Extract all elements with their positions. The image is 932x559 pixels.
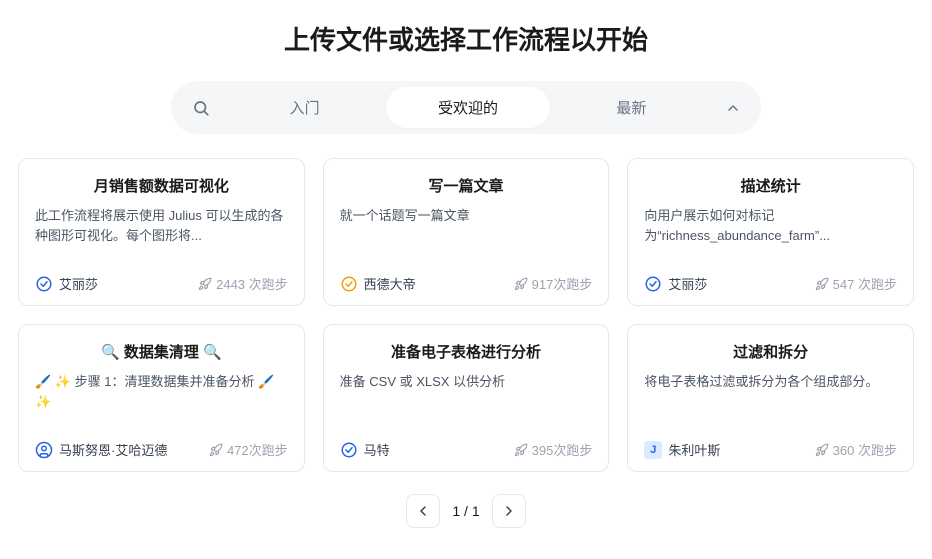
card-title: 过滤和拆分 — [644, 341, 897, 362]
card-author: 艾丽莎 — [35, 274, 98, 293]
tab-getting-started[interactable]: 入门 — [223, 87, 386, 128]
author-name: 马斯努恩·艾哈迈德 — [59, 440, 167, 459]
rocket-icon — [514, 277, 528, 291]
workflow-card[interactable]: 写一篇文章 就一个话题写一篇文章 西德大帝 917次跑步 — [323, 158, 610, 306]
card-runs: 395次跑步 — [514, 440, 593, 459]
rocket-icon — [815, 277, 829, 291]
prev-page-button[interactable] — [406, 494, 440, 528]
workflow-card[interactable]: 🔍 数据集清理 🔍 🖌️ ✨ 步骤 1：清理数据集并准备分析 🖌️ ✨ 马斯努恩… — [18, 324, 305, 472]
rocket-icon — [815, 443, 829, 457]
workflow-card[interactable]: 过滤和拆分 将电子表格过滤或拆分为各个组成部分。 J 朱利叶斯 360 次跑步 — [627, 324, 914, 472]
card-description: 就一个话题写一篇文章 — [340, 206, 593, 264]
card-footer: J 朱利叶斯 360 次跑步 — [644, 440, 897, 459]
card-title: 描述统计 — [644, 175, 897, 196]
card-description: 将电子表格过滤或拆分为各个组成部分。 — [644, 372, 897, 430]
runs-count: 917次跑步 — [532, 274, 593, 293]
workflow-card[interactable]: 准备电子表格进行分析 准备 CSV 或 XLSX 以供分析 马特 395次跑步 — [323, 324, 610, 472]
author-name: 朱利叶斯 — [668, 440, 720, 459]
card-footer: 艾丽莎 547 次跑步 — [644, 274, 897, 293]
runs-count: 547 次跑步 — [833, 274, 897, 293]
card-author: J 朱利叶斯 — [644, 440, 720, 459]
author-name: 艾丽莎 — [668, 274, 707, 293]
card-footer: 马特 395次跑步 — [340, 440, 593, 459]
search-icon — [192, 99, 210, 117]
runs-count: 2443 次跑步 — [216, 274, 288, 293]
workflow-card[interactable]: 月销售额数据可视化 此工作流程将展示使用 Julius 可以生成的各种图形可视化… — [18, 158, 305, 306]
chevron-up-icon — [725, 100, 741, 116]
chevron-right-icon — [501, 503, 517, 519]
user-circle-icon — [35, 441, 53, 459]
verified-icon — [340, 275, 358, 293]
card-title: 🔍 数据集清理 🔍 — [35, 341, 288, 362]
verified-icon — [35, 275, 53, 293]
card-author: 艾丽莎 — [644, 274, 707, 293]
verified-icon — [340, 441, 358, 459]
rocket-icon — [209, 443, 223, 457]
card-description: 此工作流程将展示使用 Julius 可以生成的各种图形可视化。每个图形将... — [35, 206, 288, 264]
verified-icon — [644, 275, 662, 293]
workflow-card[interactable]: 描述统计 向用户展示如何对标记为“richness_abundance_farm… — [627, 158, 914, 306]
chevron-left-icon — [415, 503, 431, 519]
rocket-icon — [198, 277, 212, 291]
card-footer: 艾丽莎 2443 次跑步 — [35, 274, 288, 293]
page-title: 上传文件或选择工作流程以开始 — [10, 20, 922, 57]
card-runs: 547 次跑步 — [815, 274, 897, 293]
next-page-button[interactable] — [492, 494, 526, 528]
rocket-icon — [514, 443, 528, 457]
card-runs: 2443 次跑步 — [198, 274, 288, 293]
card-author: 马斯努恩·艾哈迈德 — [35, 440, 167, 459]
card-footer: 西德大帝 917次跑步 — [340, 274, 593, 293]
pagination: 1 / 1 — [10, 494, 922, 528]
page-indicator: 1 / 1 — [452, 503, 479, 519]
author-name: 马特 — [364, 440, 390, 459]
card-title: 准备电子表格进行分析 — [340, 341, 593, 362]
card-title: 月销售额数据可视化 — [35, 175, 288, 196]
card-description: 🖌️ ✨ 步骤 1：清理数据集并准备分析 🖌️ ✨ — [35, 372, 288, 430]
author-name: 西德大帝 — [364, 274, 416, 293]
collapse-button[interactable] — [713, 100, 753, 116]
tab-popular[interactable]: 受欢迎的 — [386, 87, 549, 128]
runs-count: 360 次跑步 — [833, 440, 897, 459]
filter-bar: 入门 受欢迎的 最新 — [171, 81, 761, 134]
card-footer: 马斯努恩·艾哈迈德 472次跑步 — [35, 440, 288, 459]
runs-count: 395次跑步 — [532, 440, 593, 459]
search-button[interactable] — [179, 99, 223, 117]
card-title: 写一篇文章 — [340, 175, 593, 196]
tab-latest[interactable]: 最新 — [550, 87, 713, 128]
runs-count: 472次跑步 — [227, 440, 288, 459]
card-author: 马特 — [340, 440, 390, 459]
card-author: 西德大帝 — [340, 274, 416, 293]
card-description: 准备 CSV 或 XLSX 以供分析 — [340, 372, 593, 430]
author-name: 艾丽莎 — [59, 274, 98, 293]
card-runs: 917次跑步 — [514, 274, 593, 293]
avatar-letter: J — [644, 441, 662, 459]
card-runs: 472次跑步 — [209, 440, 288, 459]
card-description: 向用户展示如何对标记为“richness_abundance_farm”... — [644, 206, 897, 264]
card-runs: 360 次跑步 — [815, 440, 897, 459]
workflow-grid: 月销售额数据可视化 此工作流程将展示使用 Julius 可以生成的各种图形可视化… — [10, 158, 922, 472]
